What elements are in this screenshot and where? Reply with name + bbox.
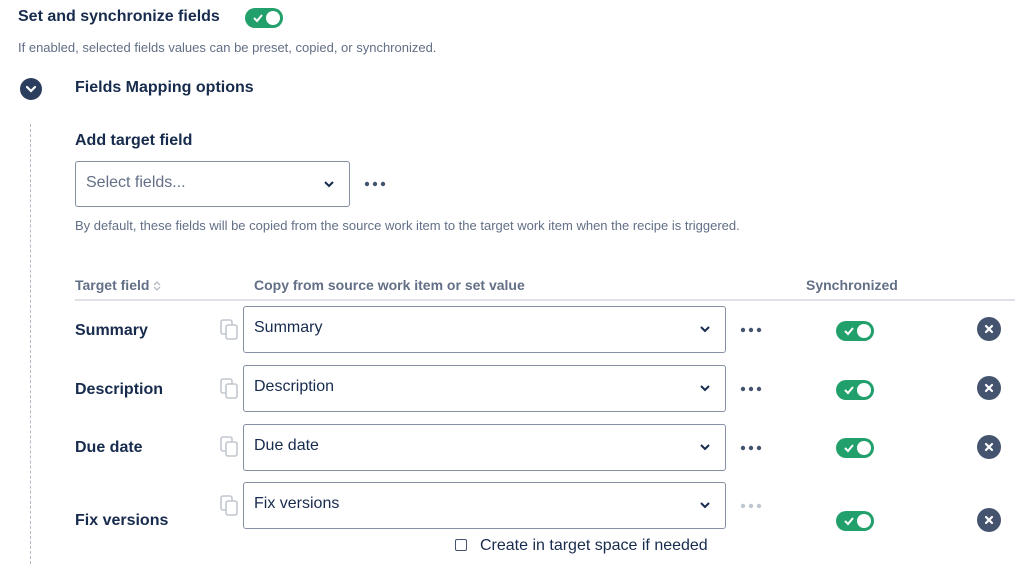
more-options-icon[interactable] [739, 385, 763, 393]
row-label-fix-versions: Fix versions [75, 512, 169, 529]
sort-icon [153, 281, 161, 292]
close-icon [984, 442, 994, 452]
close-icon [984, 324, 994, 334]
create-in-target-label[interactable]: Create in target space if needed [480, 537, 708, 555]
settings-description: If enabled, selected fields values can b… [18, 40, 437, 55]
sync-toggle-summary[interactable] [836, 321, 874, 341]
column-synchronized: Synchronized [806, 277, 898, 293]
row-label-due-date: Due date [75, 439, 143, 456]
chevron-down-icon [700, 502, 710, 509]
select-fields-dropdown[interactable]: Select fields... [75, 161, 350, 207]
field-select-value: Due date [254, 437, 319, 454]
copy-icon[interactable] [220, 378, 240, 400]
create-in-target-checkbox[interactable] [455, 539, 467, 551]
chevron-down-icon [700, 326, 710, 333]
row-label-summary: Summary [75, 322, 148, 339]
settings-title: Set and synchronize fields [18, 8, 220, 25]
field-select-description[interactable]: Description [243, 365, 726, 412]
remove-row-button[interactable] [977, 508, 1001, 532]
sync-toggle-fix-versions[interactable] [836, 511, 874, 531]
copy-hint-text: By default, these fields will be copied … [75, 218, 740, 233]
check-icon [844, 517, 854, 526]
chevron-down-icon [700, 444, 710, 451]
check-icon [253, 14, 263, 23]
field-select-summary[interactable]: Summary [243, 306, 726, 353]
section-title: Fields Mapping options [75, 79, 254, 96]
more-options-icon-disabled [740, 503, 762, 509]
chevron-down-icon [324, 181, 334, 188]
table-header-divider [75, 299, 1015, 301]
enable-sync-toggle[interactable] [245, 8, 283, 28]
chevron-down-icon [25, 85, 37, 93]
copy-icon[interactable] [220, 436, 240, 458]
expand-section-button[interactable] [20, 78, 42, 100]
field-select-fix-versions[interactable]: Fix versions [243, 482, 726, 529]
more-options-icon[interactable] [739, 326, 763, 334]
chevron-down-icon [700, 385, 710, 392]
column-copy-from: Copy from source work item or set value [254, 277, 525, 293]
field-select-value: Description [254, 378, 335, 395]
field-select-value: Summary [254, 319, 323, 336]
sync-toggle-description[interactable] [836, 380, 874, 400]
select-fields-placeholder: Select fields... [86, 174, 186, 191]
check-icon [844, 444, 854, 453]
check-icon [844, 386, 854, 395]
close-icon [984, 383, 994, 393]
sync-toggle-due-date[interactable] [836, 438, 874, 458]
row-label-description: Description [75, 381, 164, 398]
copy-icon[interactable] [220, 319, 240, 341]
more-options-icon[interactable] [363, 180, 387, 188]
copy-icon[interactable] [220, 495, 240, 517]
column-target-field[interactable]: Target field [75, 277, 161, 293]
remove-row-button[interactable] [977, 435, 1001, 459]
field-select-due-date[interactable]: Due date [243, 424, 726, 471]
close-icon [984, 515, 994, 525]
field-select-value: Fix versions [254, 495, 340, 512]
remove-row-button[interactable] [977, 317, 1001, 341]
remove-row-button[interactable] [977, 376, 1001, 400]
section-guide-line [30, 124, 31, 564]
check-icon [844, 327, 854, 336]
more-options-icon[interactable] [739, 444, 763, 452]
add-target-label: Add target field [75, 132, 193, 149]
